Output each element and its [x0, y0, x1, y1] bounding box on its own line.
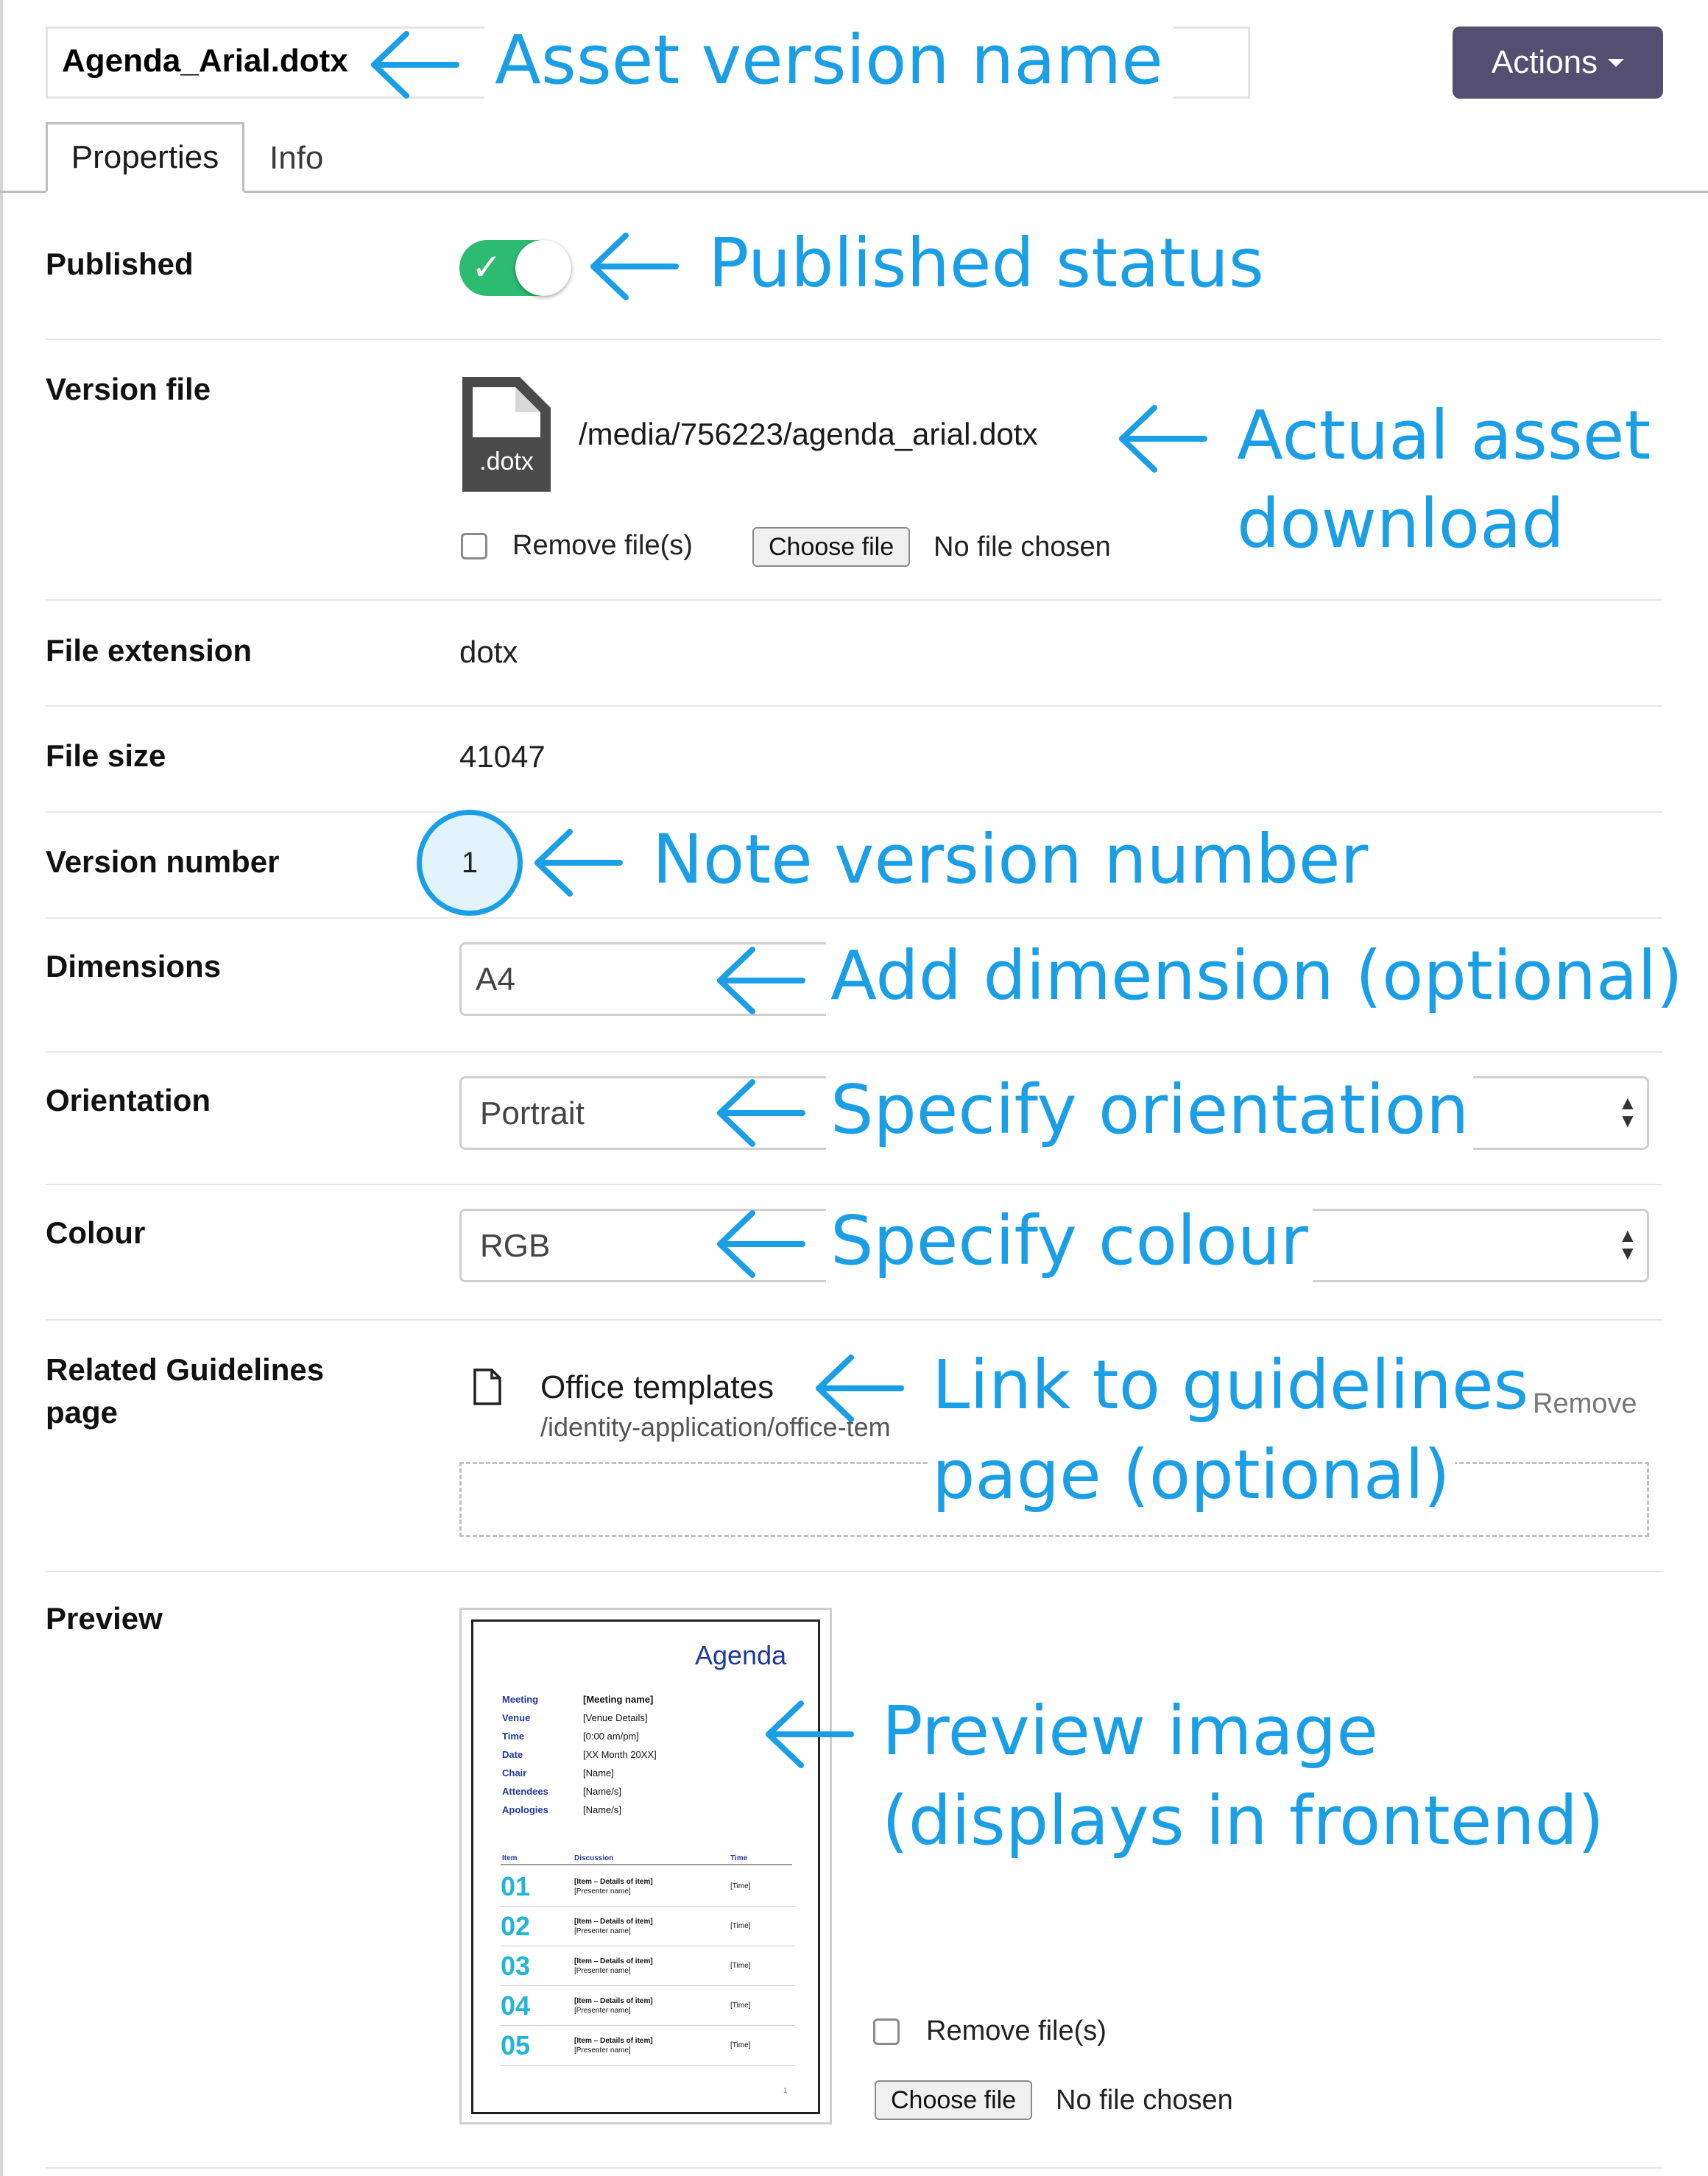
annotation-asset-version-name: Asset version name [484, 16, 1174, 105]
annotation-link-guidelines-2: page (optional) [928, 1431, 1455, 1519]
arrow-left-icon [717, 1079, 805, 1147]
annotation-note-version: Note version number [652, 820, 1369, 899]
annotation-specify-colour: Specify colour [826, 1197, 1313, 1285]
annotation-link-guidelines-1: Link to guidelines [928, 1341, 1534, 1430]
tab-properties[interactable]: Properties [46, 122, 244, 193]
arrow-left-icon [766, 1700, 854, 1768]
arrow-left-icon [1119, 405, 1207, 473]
arrow-left-icon [534, 829, 623, 897]
arrow-left-icon [371, 31, 459, 99]
tab-properties-label: Properties [71, 139, 219, 175]
annotation-preview-2: (displays in frontend) [882, 1781, 1604, 1860]
annotation-actual-asset-1: Actual asset [1237, 396, 1651, 475]
arrow-left-icon [590, 233, 679, 300]
annotation-preview-1: Preview image [882, 1692, 1378, 1770]
annotation-published-status: Published status [708, 224, 1264, 303]
annotation-actual-asset-2: download [1237, 484, 1564, 563]
arrow-left-icon [816, 1354, 904, 1422]
annotation-add-dimension: Add dimension (optional) [826, 932, 1687, 1020]
arrow-left-icon [717, 947, 805, 1014]
annotation-specify-orientation: Specify orientation [826, 1066, 1474, 1154]
arrow-left-icon [717, 1210, 805, 1278]
